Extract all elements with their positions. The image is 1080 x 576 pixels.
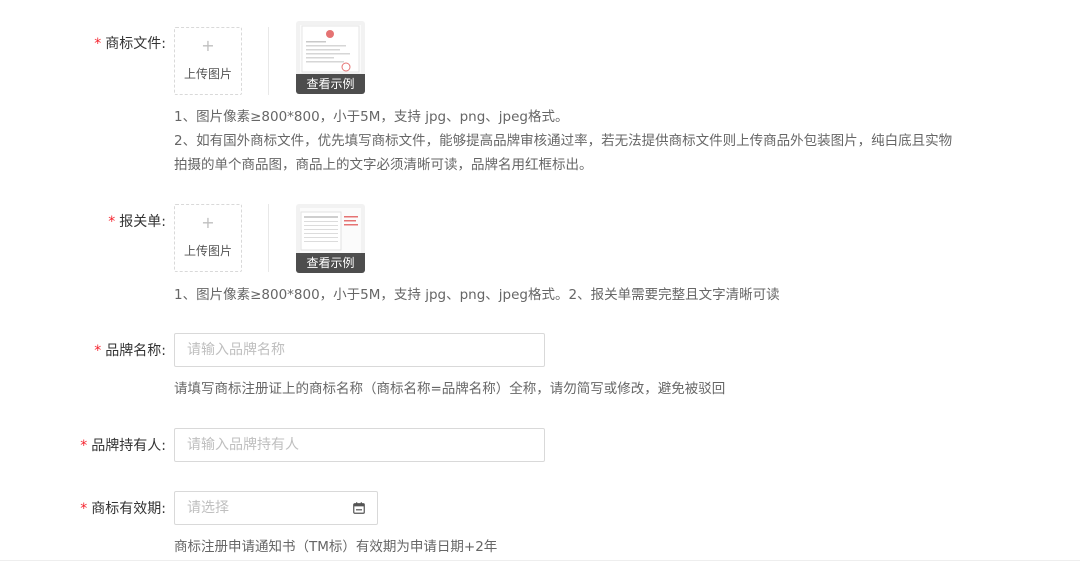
trademark-validity-label: * 商标有效期:	[80, 501, 166, 517]
trademark-certificate-thumbnail	[300, 25, 361, 73]
upload-label: 上传图片	[183, 67, 232, 81]
trademark-file-example[interactable]: 查看示例	[296, 21, 365, 94]
brand-name-label: * 品牌名称:	[94, 343, 166, 359]
trademark-file-upload-button[interactable]: + 上传图片	[174, 27, 242, 95]
trademark-file-label: * 商标文件:	[94, 36, 166, 52]
required-mark: *	[108, 214, 116, 230]
customs-form-thumbnail	[300, 208, 361, 256]
customs-form-label: * 报关单:	[108, 214, 166, 230]
brand-name-input[interactable]	[174, 333, 545, 367]
bottom-divider	[0, 560, 1080, 561]
trademark-file-hint-3: 拍摄的单个商品图，商品上的文字必须清晰可读，品牌名用红框标出。	[174, 157, 593, 173]
required-mark: *	[80, 501, 88, 517]
customs-form-upload-button[interactable]: + 上传图片	[174, 204, 242, 272]
trademark-file-hint-2: 2、如有国外商标文件，优先填写商标文件，能够提高品牌审核通过率，若无法提供商标文…	[174, 133, 953, 149]
required-mark: *	[94, 343, 102, 359]
trademark-file-hint-1: 1、图片像素≥800*800，小于5M，支持 jpg、png、jpeg格式。	[174, 109, 569, 125]
customs-form-example[interactable]: 查看示例	[296, 204, 365, 273]
brand-name-hint: 请填写商标注册证上的商标名称（商标名称=品牌名称）全称，请勿简写或修改，避免被驳…	[174, 381, 726, 397]
plus-icon: +	[201, 36, 215, 55]
trademark-validity-input[interactable]	[174, 491, 378, 525]
required-mark: *	[94, 36, 102, 52]
view-example-label: 查看示例	[296, 74, 365, 94]
divider	[268, 204, 269, 272]
required-mark: *	[80, 438, 88, 454]
plus-icon: +	[201, 213, 215, 232]
view-example-label: 查看示例	[296, 253, 365, 273]
calendar-icon[interactable]	[353, 502, 365, 514]
trademark-validity-hint: 商标注册申请通知书（TM标）有效期为申请日期+2年	[174, 539, 498, 555]
divider	[268, 27, 269, 95]
brand-holder-label: * 品牌持有人:	[80, 438, 166, 454]
upload-label: 上传图片	[183, 244, 232, 258]
brand-holder-input[interactable]	[174, 428, 545, 462]
customs-form-hint: 1、图片像素≥800*800，小于5M，支持 jpg、png、jpeg格式。2、…	[174, 287, 780, 303]
trademark-validity-date-picker[interactable]	[174, 491, 378, 525]
